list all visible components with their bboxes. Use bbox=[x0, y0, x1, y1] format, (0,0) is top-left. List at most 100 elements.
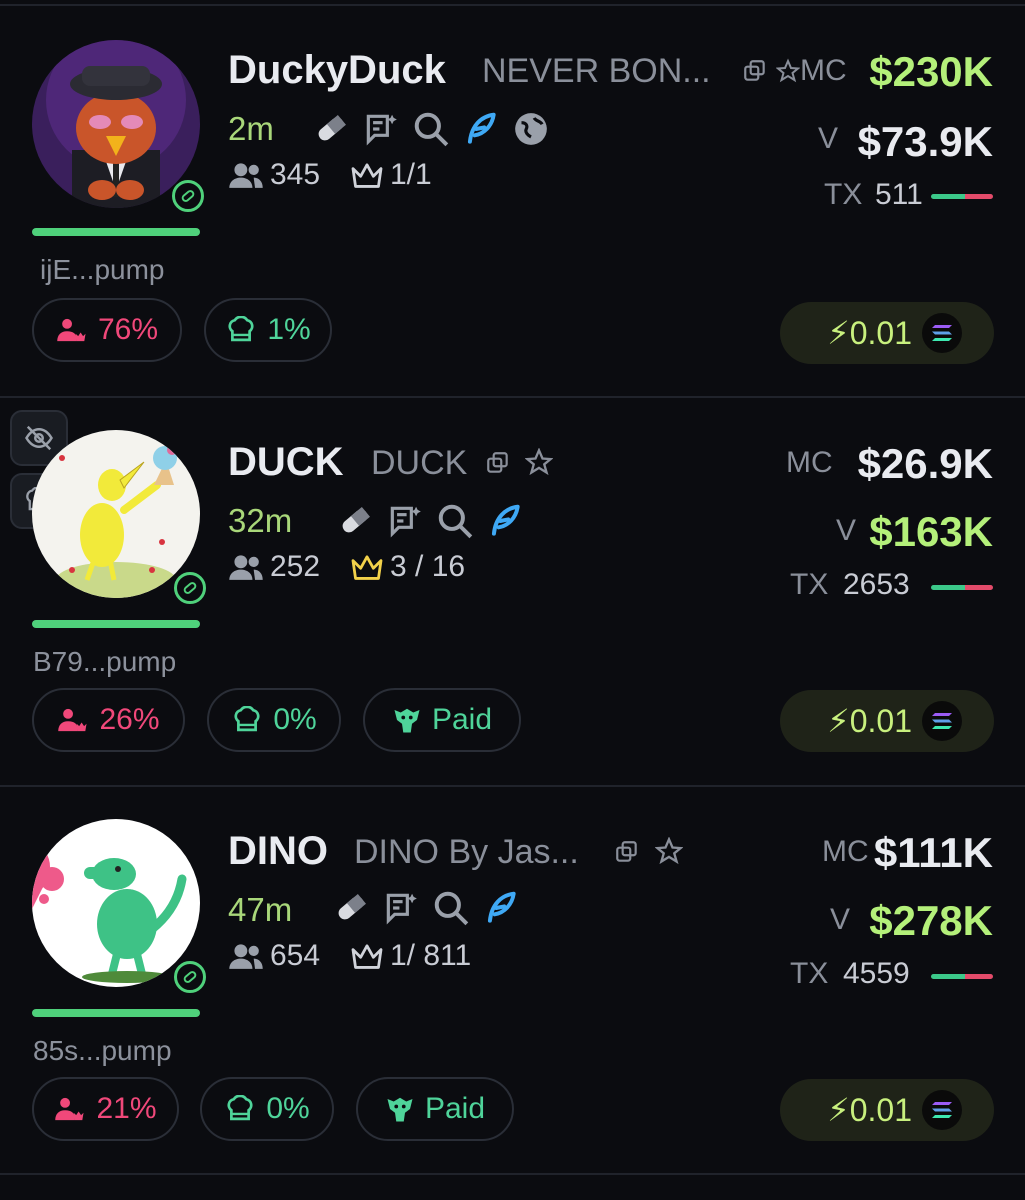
notes-icon[interactable] bbox=[362, 110, 400, 148]
users-icon bbox=[229, 944, 263, 969]
copy-icon[interactable] bbox=[485, 450, 511, 476]
users-icon bbox=[229, 163, 263, 188]
quick-buy-button[interactable]: ⚡ 0.01 bbox=[780, 302, 994, 364]
solana-icon bbox=[922, 1090, 962, 1130]
bonding-progress-bar bbox=[32, 228, 200, 236]
holders-count: 654 bbox=[228, 939, 320, 973]
star-icon[interactable] bbox=[655, 837, 683, 865]
copy-icon[interactable] bbox=[742, 58, 768, 84]
mc-label: MC bbox=[786, 446, 833, 479]
pill-icon[interactable] bbox=[312, 110, 350, 148]
star-icon[interactable] bbox=[776, 58, 800, 84]
volume-label: V bbox=[836, 514, 857, 547]
users-crown-icon bbox=[58, 708, 88, 732]
volume-label: V bbox=[818, 122, 839, 155]
volume: $163K bbox=[869, 508, 993, 555]
token-avatar[interactable] bbox=[32, 430, 200, 598]
paid-dex-pill[interactable]: Paid bbox=[356, 1077, 514, 1141]
buy-sell-ratio-bar bbox=[931, 974, 993, 979]
pill-badge-icon bbox=[174, 961, 206, 993]
pill-icon[interactable] bbox=[336, 502, 374, 540]
notes-icon[interactable] bbox=[382, 889, 420, 927]
token-avatar[interactable] bbox=[32, 40, 200, 208]
market-cap: $26.9K bbox=[857, 440, 993, 487]
search-icon[interactable] bbox=[432, 889, 470, 927]
dev-percent-pill[interactable]: 0% bbox=[207, 688, 341, 752]
chef-hat-icon bbox=[228, 316, 254, 342]
quick-buy-button[interactable]: ⚡ 0.01 bbox=[780, 1079, 994, 1141]
token-address[interactable]: 85s...pump bbox=[33, 1035, 172, 1067]
token-avatar[interactable] bbox=[32, 819, 200, 987]
chef-hat-icon bbox=[234, 706, 260, 732]
bolt-icon: ⚡ bbox=[827, 315, 850, 351]
divider bbox=[0, 1173, 1025, 1175]
social-icons bbox=[336, 502, 524, 540]
dev-percent-pill[interactable]: 0% bbox=[200, 1077, 334, 1141]
bonding-progress-bar bbox=[32, 620, 200, 628]
eagle-icon bbox=[394, 708, 420, 733]
users-crown-icon bbox=[55, 1097, 85, 1121]
token-card[interactable]: B79...pump DUCK DUCK 32m 252 3 / 16 MC $… bbox=[0, 398, 1025, 785]
buy-sell-ratio-bar bbox=[931, 194, 993, 199]
token-address[interactable]: ijE...pump bbox=[40, 254, 165, 286]
holders-percent-pill[interactable]: 76% bbox=[32, 298, 182, 362]
dev-percent-pill[interactable]: 1% bbox=[204, 298, 332, 362]
bonding-progress-bar bbox=[32, 1009, 200, 1017]
eagle-icon bbox=[387, 1097, 413, 1122]
social-icons bbox=[332, 889, 520, 927]
feather-icon[interactable] bbox=[486, 502, 524, 540]
buy-sell-ratio-bar bbox=[931, 585, 993, 590]
token-name: DUCK bbox=[228, 440, 344, 484]
star-icon[interactable] bbox=[525, 448, 553, 476]
token-subtitle: DUCK bbox=[371, 444, 468, 482]
chef-hat-icon bbox=[227, 1095, 253, 1121]
pill-badge-icon bbox=[174, 572, 206, 604]
token-card[interactable]: ijE...pump DuckyDuck NEVER BON... 2m 345… bbox=[0, 0, 1025, 396]
mc-label: MC bbox=[800, 54, 847, 87]
token-subtitle: NEVER BON... bbox=[482, 52, 711, 90]
tx-label: TX bbox=[790, 568, 829, 601]
holders-count: 345 bbox=[228, 158, 320, 192]
tx-count: 2653 bbox=[843, 568, 910, 601]
volume: $73.9K bbox=[857, 118, 993, 165]
pill-icon[interactable] bbox=[332, 889, 370, 927]
bolt-icon: ⚡ bbox=[827, 1092, 850, 1128]
crown-icon bbox=[351, 163, 383, 188]
feather-icon[interactable] bbox=[482, 889, 520, 927]
token-name: DuckyDuck bbox=[228, 48, 446, 92]
pill-badge-icon bbox=[172, 180, 204, 212]
tx-count: 511 bbox=[875, 178, 923, 211]
tx-count: 4559 bbox=[843, 957, 910, 990]
market-cap: $230K bbox=[869, 48, 993, 95]
quick-buy-button[interactable]: ⚡ 0.01 bbox=[780, 690, 994, 752]
social-icons bbox=[312, 110, 550, 148]
holders-percent-pill[interactable]: 21% bbox=[32, 1077, 179, 1141]
solana-icon bbox=[922, 701, 962, 741]
solana-icon bbox=[922, 313, 962, 353]
paid-dex-pill[interactable]: Paid bbox=[363, 688, 521, 752]
token-age: 32m bbox=[228, 502, 293, 539]
token-card[interactable]: 85s...pump DINO DINO By Jas... 47m 654 1… bbox=[0, 787, 1025, 1173]
token-subtitle: DINO By Jas... bbox=[354, 833, 579, 871]
holders-percent-pill[interactable]: 26% bbox=[32, 688, 185, 752]
search-icon[interactable] bbox=[412, 110, 450, 148]
token-age: 2m bbox=[228, 110, 274, 147]
token-address[interactable]: B79...pump bbox=[33, 646, 176, 678]
crown-icon bbox=[351, 555, 383, 580]
notes-icon[interactable] bbox=[386, 502, 424, 540]
holders-count: 252 bbox=[228, 550, 320, 584]
tx-label: TX bbox=[790, 957, 829, 990]
mc-label: MC bbox=[822, 835, 869, 868]
search-icon[interactable] bbox=[436, 502, 474, 540]
volume: $278K bbox=[869, 897, 993, 944]
copy-icon[interactable] bbox=[614, 839, 640, 865]
users-icon bbox=[229, 555, 263, 580]
volume-label: V bbox=[830, 903, 851, 936]
feather-icon[interactable] bbox=[462, 110, 500, 148]
globe-icon[interactable] bbox=[512, 110, 550, 148]
users-crown-icon bbox=[57, 318, 86, 342]
tx-label: TX bbox=[824, 178, 863, 211]
top-holders: 1/ 811 bbox=[350, 939, 471, 973]
top-holders: 3 / 16 bbox=[350, 550, 465, 584]
market-cap: $111K bbox=[873, 829, 993, 876]
